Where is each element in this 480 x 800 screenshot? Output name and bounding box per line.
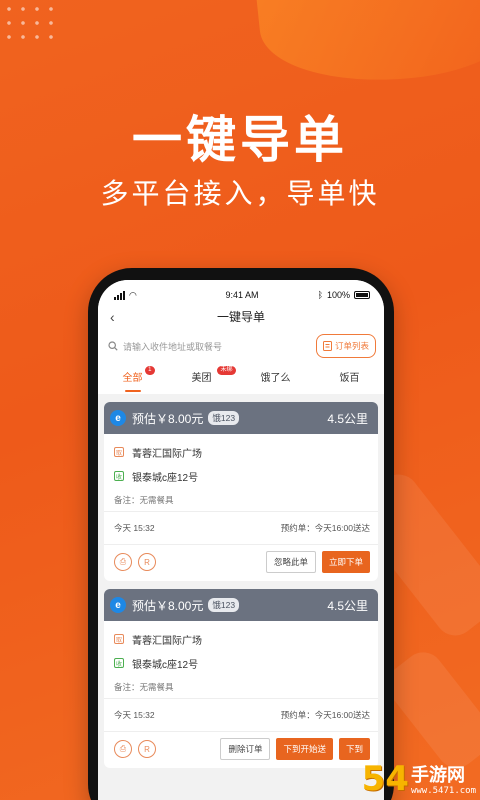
order-time: 今天 15:32: [114, 710, 155, 720]
dropoff-address: 收 银泰城c座12号: [104, 651, 378, 675]
pickup-address: 取 菁蓉汇国际广场: [104, 627, 378, 651]
tab-badge: 1: [145, 366, 155, 375]
order-card[interactable]: e 预估￥8.00元 饿123 4.5公里 取 菁蓉汇国际广场 收 银泰城c座1…: [104, 589, 378, 768]
decorative-stripe: [379, 644, 480, 776]
ignore-order-button[interactable]: 忽略此单: [265, 551, 316, 573]
order-code: 饿123: [208, 598, 240, 612]
hero-title: 一键导单: [132, 111, 348, 169]
order-estimate: 预估￥8.00元: [132, 411, 204, 426]
order-note: 备注：无需餐具: [104, 675, 378, 699]
tab-meituan[interactable]: 美团 未绑: [186, 364, 236, 394]
tab-eleme[interactable]: 饿了么: [255, 364, 297, 394]
place-order-button[interactable]: 下到: [338, 738, 370, 760]
printer-icon[interactable]: ⎙: [114, 740, 132, 758]
battery-icon: [354, 291, 370, 299]
tab-all[interactable]: 全部 1: [117, 364, 155, 394]
battery-percent: 100%: [326, 290, 350, 300]
eleme-logo-icon: e: [110, 597, 126, 613]
order-actions: ⎙ R 忽略此单 立即下单: [104, 545, 378, 581]
tab-fanbai[interactable]: 饭百: [334, 364, 366, 394]
wifi-icon: ◠: [129, 289, 137, 300]
order-time: 今天 15:32: [114, 523, 155, 533]
order-distance: 4.5公里: [327, 411, 368, 426]
phone-mockup: ◠ 9:41 AM ᛒ 100% ‹ 一键导单 请输入收件地址或取餐号 订单列表: [88, 268, 394, 800]
order-code: 饿123: [208, 411, 240, 425]
order-reservation: 预约单：今天16:00送达: [280, 523, 370, 533]
search-placeholder: 请输入收件地址或取餐号: [123, 341, 223, 352]
platform-tabs: 全部 1 美团 未绑 饿了么 饭百: [98, 364, 384, 394]
watermark-url: www.5471.com: [410, 786, 476, 796]
decorative-dots: [0, 0, 60, 45]
pickup-text: 菁蓉汇国际广场: [132, 448, 202, 460]
hero-subtitle: 多平台接入，导单快: [100, 177, 380, 210]
delete-order-button[interactable]: 删除订单: [220, 738, 271, 760]
pickup-text: 菁蓉汇国际广场: [132, 635, 202, 647]
tab-label: 全部: [122, 373, 143, 384]
order-list-label: 订单列表: [334, 341, 369, 351]
status-time: 9:41 AM: [225, 290, 259, 300]
order-reservation: 预约单：今天16:00送达: [280, 710, 370, 720]
signal-icon: [114, 290, 125, 300]
printer-icon[interactable]: ⎙: [114, 553, 132, 571]
search-input[interactable]: 请输入收件地址或取餐号: [108, 335, 308, 357]
dropoff-icon: 收: [114, 471, 124, 481]
status-bar: ◠ 9:41 AM ᛒ 100%: [98, 280, 384, 304]
list-icon: [322, 341, 332, 351]
search-row: 请输入收件地址或取餐号 订单列表: [98, 330, 384, 364]
receipt-icon[interactable]: R: [138, 553, 156, 571]
pickup-icon: 取: [114, 447, 124, 457]
tab-badge: 未绑: [217, 366, 236, 375]
bluetooth-icon: ᛒ: [317, 290, 323, 300]
decorative-blob: [254, 0, 480, 94]
dropoff-icon: 收: [114, 658, 124, 668]
pickup-icon: 取: [114, 634, 124, 644]
dropoff-text: 银泰城c座12号: [132, 659, 199, 671]
tab-label: 饿了么: [260, 373, 291, 384]
search-icon: [108, 341, 118, 351]
receipt-icon[interactable]: R: [138, 740, 156, 758]
nav-title: 一键导单: [216, 310, 265, 324]
order-distance: 4.5公里: [327, 598, 368, 613]
place-order-button[interactable]: 立即下单: [321, 551, 370, 573]
tab-label: 美团: [191, 373, 212, 384]
phone-screen: ◠ 9:41 AM ᛒ 100% ‹ 一键导单 请输入收件地址或取餐号 订单列表: [98, 280, 384, 800]
order-card[interactable]: e 预估￥8.00元 饿123 4.5公里 取 菁蓉汇国际广场 收 银泰城c座1…: [104, 402, 378, 581]
order-estimate: 预估￥8.00元: [132, 598, 204, 613]
pickup-address: 取 菁蓉汇国际广场: [104, 440, 378, 464]
eleme-logo-icon: e: [110, 410, 126, 426]
chevron-left-icon[interactable]: ‹: [110, 304, 115, 330]
tab-label: 饭百: [339, 373, 360, 384]
order-meta: 今天 15:32 预约单：今天16:00送达: [104, 512, 378, 545]
watermark-text: 手游网: [410, 765, 465, 786]
order-actions: ⎙ R 删除订单 下到开始送 下到: [104, 732, 378, 768]
order-card-header: e 预估￥8.00元 饿123 4.5公里: [104, 402, 378, 434]
nav-bar: ‹ 一键导单: [98, 304, 384, 330]
dropoff-text: 银泰城c座12号: [132, 472, 199, 484]
order-card-header: e 预估￥8.00元 饿123 4.5公里: [104, 589, 378, 621]
dropoff-address: 收 银泰城c座12号: [104, 464, 378, 488]
order-meta: 今天 15:32 预约单：今天16:00送达: [104, 699, 378, 732]
watermark-number: 54: [361, 759, 409, 799]
order-list-button[interactable]: 订单列表: [315, 334, 376, 358]
order-note: 备注：无需餐具: [104, 488, 378, 512]
site-watermark: 54 手游网 www.5471.com: [362, 762, 476, 796]
start-delivery-button[interactable]: 下到开始送: [276, 738, 333, 760]
